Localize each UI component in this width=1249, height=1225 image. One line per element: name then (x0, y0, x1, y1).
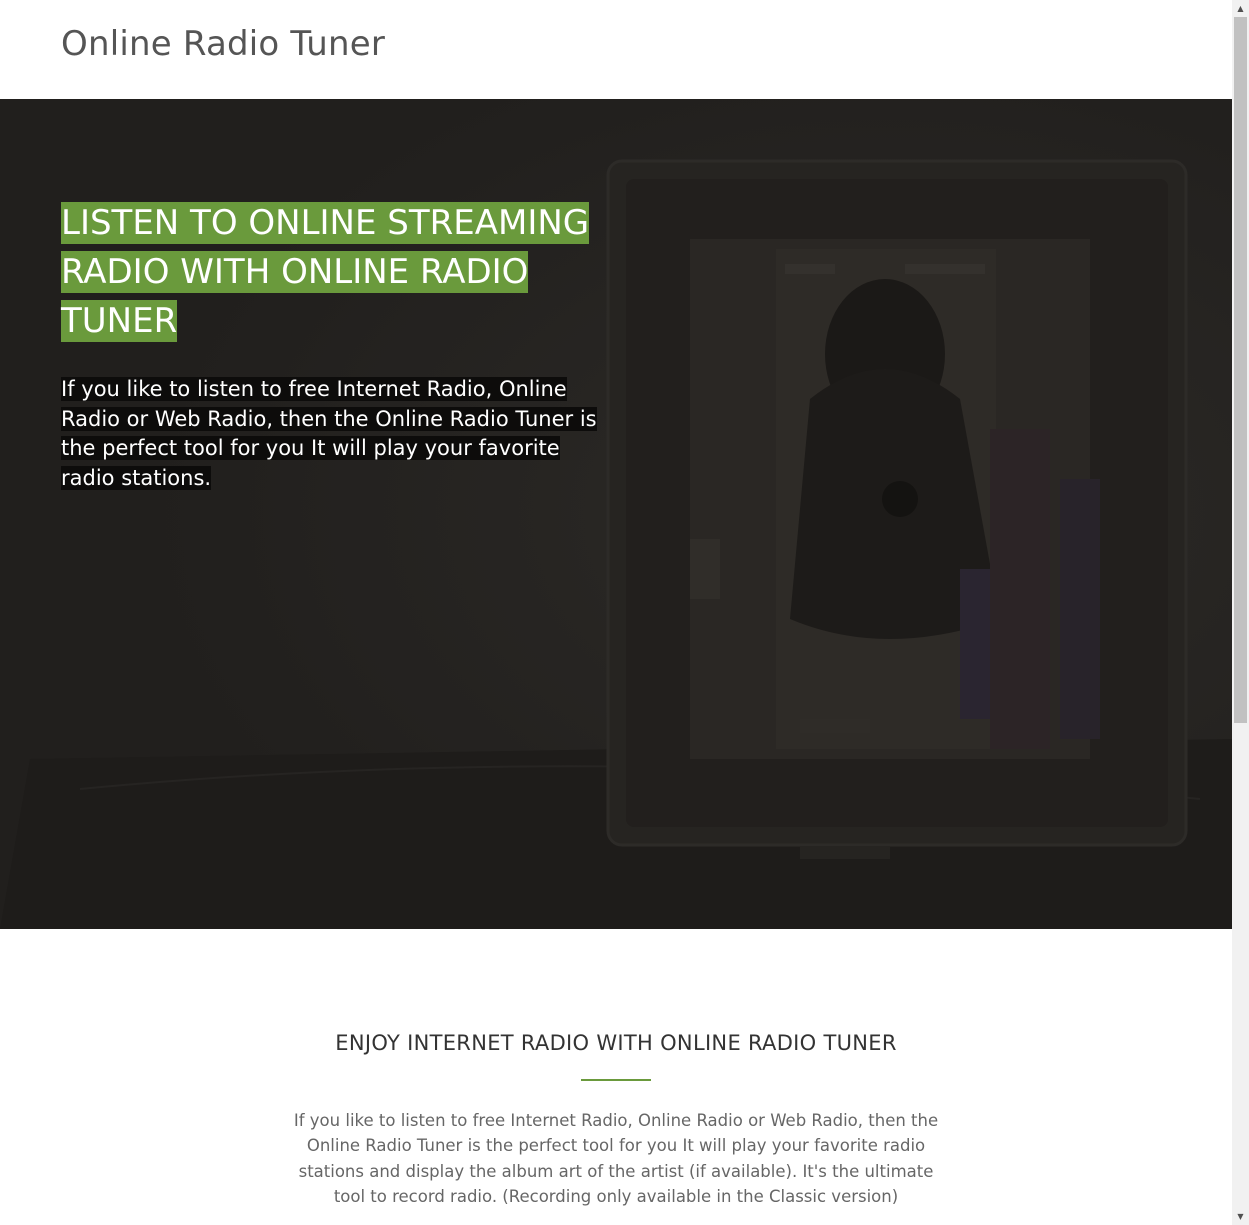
intro-text: If you like to listen to free Internet R… (293, 1111, 939, 1207)
intro-divider (581, 1079, 651, 1081)
page: Online Radio Tuner LISTEN TO ONLINE STRE… (0, 0, 1249, 1225)
vertical-scrollbar[interactable]: ▲ ▼ (1232, 0, 1249, 1225)
hero-heading: Listen to online streaming radio with On… (61, 199, 601, 346)
site-header: Online Radio Tuner (0, 0, 1232, 99)
scroll-up-arrow-icon[interactable]: ▲ (1232, 0, 1249, 17)
intro-section: ENJOY INTERNET RADIO WITH ONLINE RADIO T… (0, 929, 1232, 1225)
hero-heading-text: Listen to online streaming radio with On… (61, 202, 590, 342)
hero-banner: Listen to online streaming radio with On… (0, 99, 1232, 929)
intro-heading: ENJOY INTERNET RADIO WITH ONLINE RADIO T… (335, 1031, 897, 1055)
site-title-link[interactable]: Online Radio Tuner (61, 24, 385, 64)
scroll-down-arrow-icon[interactable]: ▼ (1232, 1208, 1249, 1225)
hero-description-text: If you like to listen to free Internet R… (61, 377, 597, 490)
hero-description: If you like to listen to free Internet R… (61, 375, 606, 493)
scrollbar-thumb[interactable] (1234, 17, 1247, 723)
